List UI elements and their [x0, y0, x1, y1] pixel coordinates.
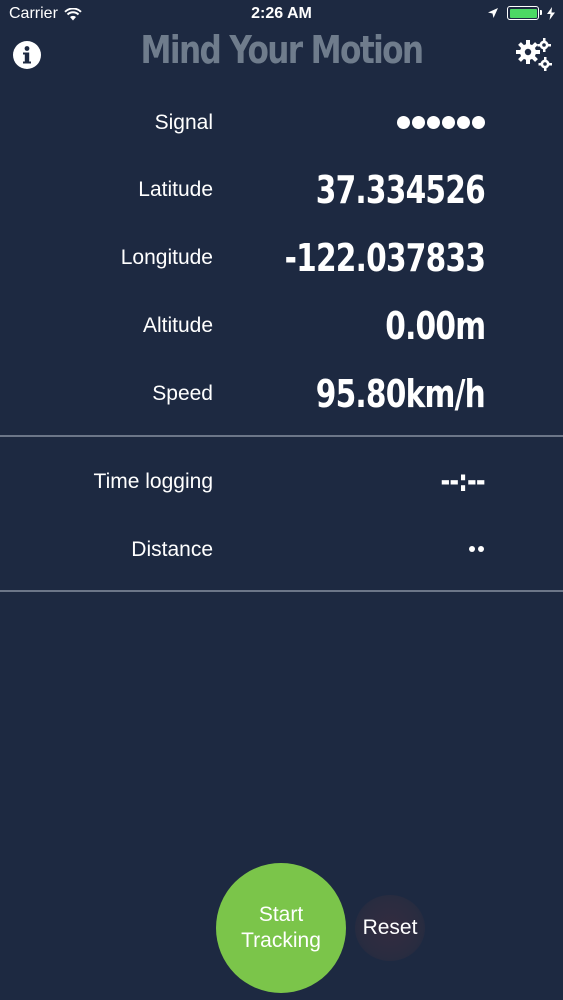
- signal-dot: [442, 116, 455, 129]
- reset-label: Reset: [362, 916, 418, 939]
- distance-label: Distance: [131, 538, 213, 561]
- settings-button[interactable]: [515, 38, 553, 72]
- header: Mind Your Motion: [0, 26, 563, 82]
- status-right: [487, 6, 555, 20]
- app-screen: Carrier 2:26 AM Mind Your Motion Signal …: [0, 0, 563, 1000]
- start-tracking-label-line2: Tracking: [241, 929, 321, 952]
- signal-row: Signal: [0, 93, 563, 153]
- battery-icon: [507, 6, 542, 20]
- signal-dot: [457, 116, 470, 129]
- longitude-value: -122.037833: [284, 236, 485, 280]
- speed-label: Speed: [152, 382, 213, 405]
- time-logging-label: Time logging: [93, 470, 213, 493]
- section-divider: [0, 435, 563, 437]
- location-arrow-icon: [488, 8, 498, 18]
- time-logging-row: Time logging --:--: [0, 452, 563, 512]
- longitude-label: Longitude: [120, 246, 213, 269]
- status-time: 2:26 AM: [251, 5, 312, 22]
- latitude-label: Latitude: [138, 178, 213, 201]
- latitude-value: 37.334526: [315, 168, 486, 212]
- battery-fill: [509, 8, 537, 18]
- start-tracking-button[interactable]: Start Tracking: [216, 863, 346, 993]
- signal-label: Signal: [154, 111, 213, 134]
- distance-dot: [478, 546, 484, 552]
- start-tracking-label-line1: Start: [258, 903, 304, 926]
- time-logging-value: --:--: [440, 464, 486, 499]
- reset-button[interactable]: Reset: [355, 895, 425, 961]
- signal-dot: [412, 116, 425, 129]
- distance-row: Distance: [0, 520, 563, 580]
- altitude-value: 0.00m: [384, 304, 486, 348]
- signal-dot: [427, 116, 440, 129]
- app-title: Mind Your Motion: [140, 28, 425, 72]
- altitude-label: Altitude: [142, 314, 213, 337]
- gears-icon: [516, 38, 552, 71]
- info-icon: [13, 41, 41, 69]
- charging-bolt-icon: [547, 6, 555, 20]
- distance-value-placeholder: [469, 546, 484, 552]
- speed-value: 95.80km/h: [315, 372, 486, 416]
- distance-dot: [469, 546, 475, 552]
- signal-dot: [397, 116, 410, 129]
- latitude-row: Latitude 37.334526: [0, 160, 563, 220]
- signal-dot: [472, 116, 485, 129]
- info-button[interactable]: [12, 40, 42, 70]
- signal-strength-indicator: [397, 116, 485, 129]
- speed-row: Speed 95.80km/h: [0, 364, 563, 424]
- longitude-row: Longitude -122.037833: [0, 228, 563, 288]
- section-divider: [0, 590, 563, 592]
- altitude-row: Altitude 0.00m: [0, 296, 563, 356]
